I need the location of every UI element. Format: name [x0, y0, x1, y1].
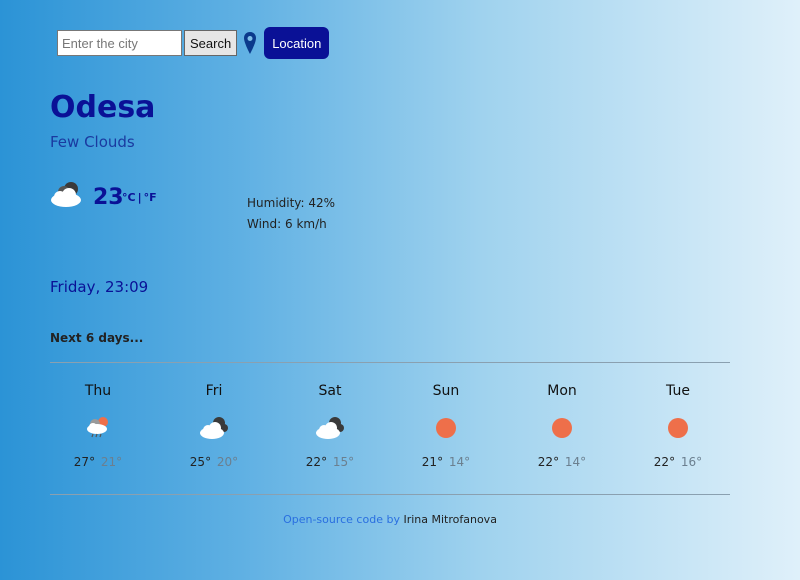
few-clouds-icon — [49, 178, 85, 210]
day-name: Mon — [547, 383, 577, 399]
footer: Open-source code by Irina Mitrofanova — [0, 513, 780, 526]
search-button[interactable]: Search — [184, 30, 238, 56]
unit-toggle: °C | °F — [121, 191, 158, 204]
cloudy-icon — [156, 411, 272, 445]
weather-details: Humidity: 42% Wind: 6 km/h — [247, 193, 335, 235]
source-code-link[interactable]: Open-source code — [283, 513, 383, 526]
sun-icon — [620, 411, 736, 445]
day-temps: 21° 14° — [388, 455, 504, 469]
forecast-day: Sat 22° 15° — [272, 383, 388, 469]
forecast-list: Thu 27° 21° Fri 25° 20° Sat 22° 15° Sun … — [40, 383, 736, 469]
current-datetime: Friday, 23:09 — [50, 278, 149, 296]
temp-min: 20° — [216, 455, 239, 469]
forecast-day: Sun 21° 14° — [388, 383, 504, 469]
temp-max: 22° — [537, 455, 560, 469]
day-temps: 22° 14° — [504, 455, 620, 469]
cloudy-icon — [272, 411, 388, 445]
day-temps: 22° 16° — [620, 455, 736, 469]
map-pin-icon — [243, 30, 259, 56]
temp-max: 21° — [421, 455, 444, 469]
forecast-day: Tue 22° 16° — [620, 383, 736, 469]
search-input[interactable] — [57, 30, 182, 56]
forecast-heading: Next 6 days... — [50, 331, 144, 345]
sun-icon — [388, 411, 504, 445]
fahrenheit-link[interactable]: °F — [144, 191, 157, 204]
day-name: Fri — [205, 383, 223, 399]
day-name: Sun — [432, 383, 460, 399]
weather-app: Search Location Odesa Few Clouds 23 °C|°… — [0, 0, 800, 580]
temp-min: 15° — [332, 455, 355, 469]
day-temps: 27° 21° — [40, 455, 156, 469]
humidity: Humidity: 42% — [247, 196, 336, 210]
temp-min: 14° — [564, 455, 587, 469]
divider — [50, 494, 730, 495]
location-button[interactable]: Location — [264, 27, 330, 59]
temp-max: 27° — [73, 455, 96, 469]
search-bar: Search Location — [57, 27, 330, 59]
unit-separator: | — [137, 191, 142, 204]
forecast-day: Fri 25° 20° — [156, 383, 272, 469]
wind: Wind: 6 km/h — [247, 217, 327, 231]
author-name: Irina Mitrofanova — [403, 513, 497, 526]
forecast-day: Thu 27° 21° — [40, 383, 156, 469]
temp-min: 14° — [448, 455, 471, 469]
temp-max: 22° — [305, 455, 328, 469]
city-name: Odesa — [50, 90, 156, 125]
day-name: Tue — [666, 383, 690, 399]
day-name: Sat — [318, 383, 342, 399]
temp-min: 21° — [100, 455, 123, 469]
day-temps: 22° 15° — [272, 455, 388, 469]
current-temperature: 23 — [93, 185, 124, 210]
divider — [50, 362, 730, 363]
rain-icon — [40, 411, 156, 445]
footer-by: by — [386, 513, 400, 526]
sun-icon — [504, 411, 620, 445]
day-temps: 25° 20° — [156, 455, 272, 469]
celsius-link[interactable]: °C — [122, 191, 136, 204]
temp-min: 16° — [680, 455, 703, 469]
temp-max: 22° — [653, 455, 676, 469]
weather-description: Few Clouds — [50, 133, 135, 151]
day-name: Thu — [84, 383, 112, 399]
forecast-day: Mon 22° 14° — [504, 383, 620, 469]
temp-max: 25° — [189, 455, 212, 469]
